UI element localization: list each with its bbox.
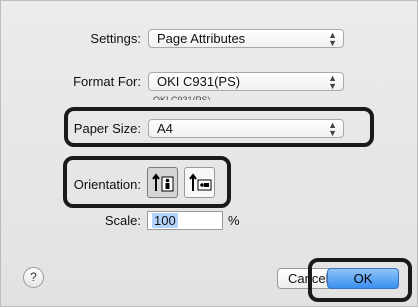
scale-value: 100: [152, 213, 178, 228]
settings-popup[interactable]: Page Attributes ▲ ▼: [148, 29, 344, 48]
orientation-highlight: [63, 156, 231, 208]
format-for-label: Format For:: [73, 74, 141, 89]
updown-arrows-icon: ▲ ▼: [328, 29, 337, 48]
scale-label: Scale:: [104, 213, 141, 228]
paper-size-highlight: [64, 107, 374, 147]
help-button[interactable]: ?: [23, 267, 44, 288]
ok-highlight: [308, 258, 412, 302]
settings-label: Settings:: [90, 31, 141, 46]
scale-unit: %: [228, 213, 240, 228]
scale-input[interactable]: 100: [147, 211, 223, 230]
format-for-popup[interactable]: OKI C931(PS) ▲ ▼: [148, 72, 344, 91]
help-icon: ?: [30, 270, 37, 284]
format-for-value: OKI C931(PS): [157, 74, 241, 89]
settings-value: Page Attributes: [157, 31, 246, 46]
updown-arrows-icon: ▲ ▼: [328, 72, 337, 91]
page-setup-dialog: Settings: Page Attributes ▲ ▼ Format For:…: [0, 0, 418, 307]
format-for-subtitle: OKI C931(PS): [153, 95, 211, 100]
